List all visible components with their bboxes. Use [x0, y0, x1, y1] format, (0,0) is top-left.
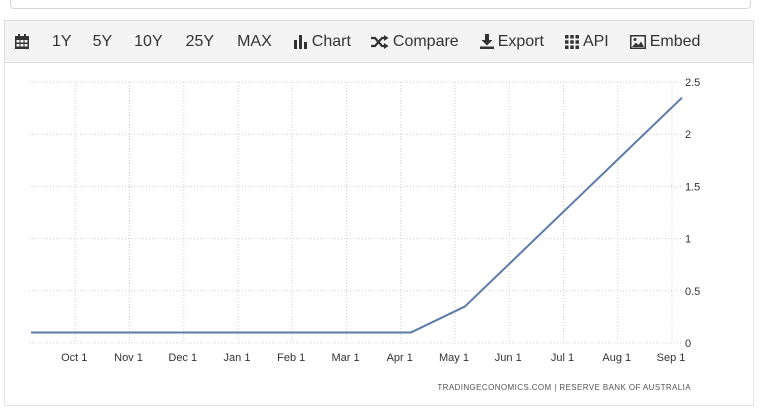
x-tick-label: Jun 1: [495, 352, 522, 364]
y-tick-label: 1.5: [685, 181, 700, 193]
calendar-icon: [15, 33, 29, 49]
chart-toolbar: 1Y 5Y 10Y 25Y MAX Chart Compare Export A…: [4, 20, 754, 63]
y-tick-label: 2: [685, 129, 691, 141]
chart-area: 0 0.5 1 1.5 2 2.5 Oct 1 Nov 1 Dec 1 Jan 1 Feb 1 Mar…: [4, 61, 754, 406]
api-button[interactable]: API: [564, 32, 609, 51]
export-button[interactable]: Export: [479, 32, 544, 51]
bar-chart-icon: [293, 34, 307, 49]
y-tick-label: 2.5: [685, 77, 700, 89]
top-frame: [10, 0, 751, 9]
image-icon: [629, 34, 646, 49]
range-max-button[interactable]: MAX: [237, 33, 272, 51]
range-25y-button[interactable]: 25Y: [186, 33, 214, 51]
range-5y-button[interactable]: 5Y: [93, 33, 113, 51]
compare-label: Compare: [392, 32, 459, 50]
chart-type-button[interactable]: Chart: [293, 32, 351, 51]
embed-button[interactable]: Embed: [629, 32, 701, 51]
x-tick-label: Oct 1: [61, 352, 87, 364]
x-tick-label: Sep 1: [657, 352, 686, 364]
x-tick-label: May 1: [439, 352, 469, 364]
x-tick-label: Aug 1: [602, 352, 631, 364]
line-chart: 0 0.5 1 1.5 2 2.5 Oct 1 Nov 1 Dec 1 Jan 1 Feb 1 Mar…: [29, 77, 700, 392]
chart-source: TRADINGECONOMICS.COM | RESERVE BANK OF A…: [437, 383, 691, 392]
chart-type-label: Chart: [311, 32, 351, 50]
x-tick-label: Apr 1: [387, 352, 413, 364]
x-tick-label: Dec 1: [168, 352, 197, 364]
range-10y-button[interactable]: 10Y: [134, 33, 162, 51]
range-1y-button[interactable]: 1Y: [52, 33, 72, 51]
grid-icon: [564, 34, 579, 49]
x-tick-label: Mar 1: [331, 352, 359, 364]
api-label: API: [582, 32, 609, 50]
y-tick-label: 0.5: [685, 286, 700, 298]
shuffle-icon: [370, 34, 389, 49]
export-label: Export: [497, 32, 544, 50]
x-tick-label: Jul 1: [551, 352, 574, 364]
y-tick-label: 0: [685, 338, 691, 350]
compare-button[interactable]: Compare: [370, 32, 459, 51]
series-line: [31, 96, 683, 334]
x-tick-label: Nov 1: [114, 352, 143, 364]
y-tick-label: 1: [685, 234, 691, 246]
x-tick-label: Jan 1: [224, 352, 251, 364]
download-icon: [479, 34, 494, 49]
calendar-button[interactable]: [14, 33, 30, 50]
embed-label: Embed: [649, 32, 701, 50]
x-tick-label: Feb 1: [277, 352, 305, 364]
